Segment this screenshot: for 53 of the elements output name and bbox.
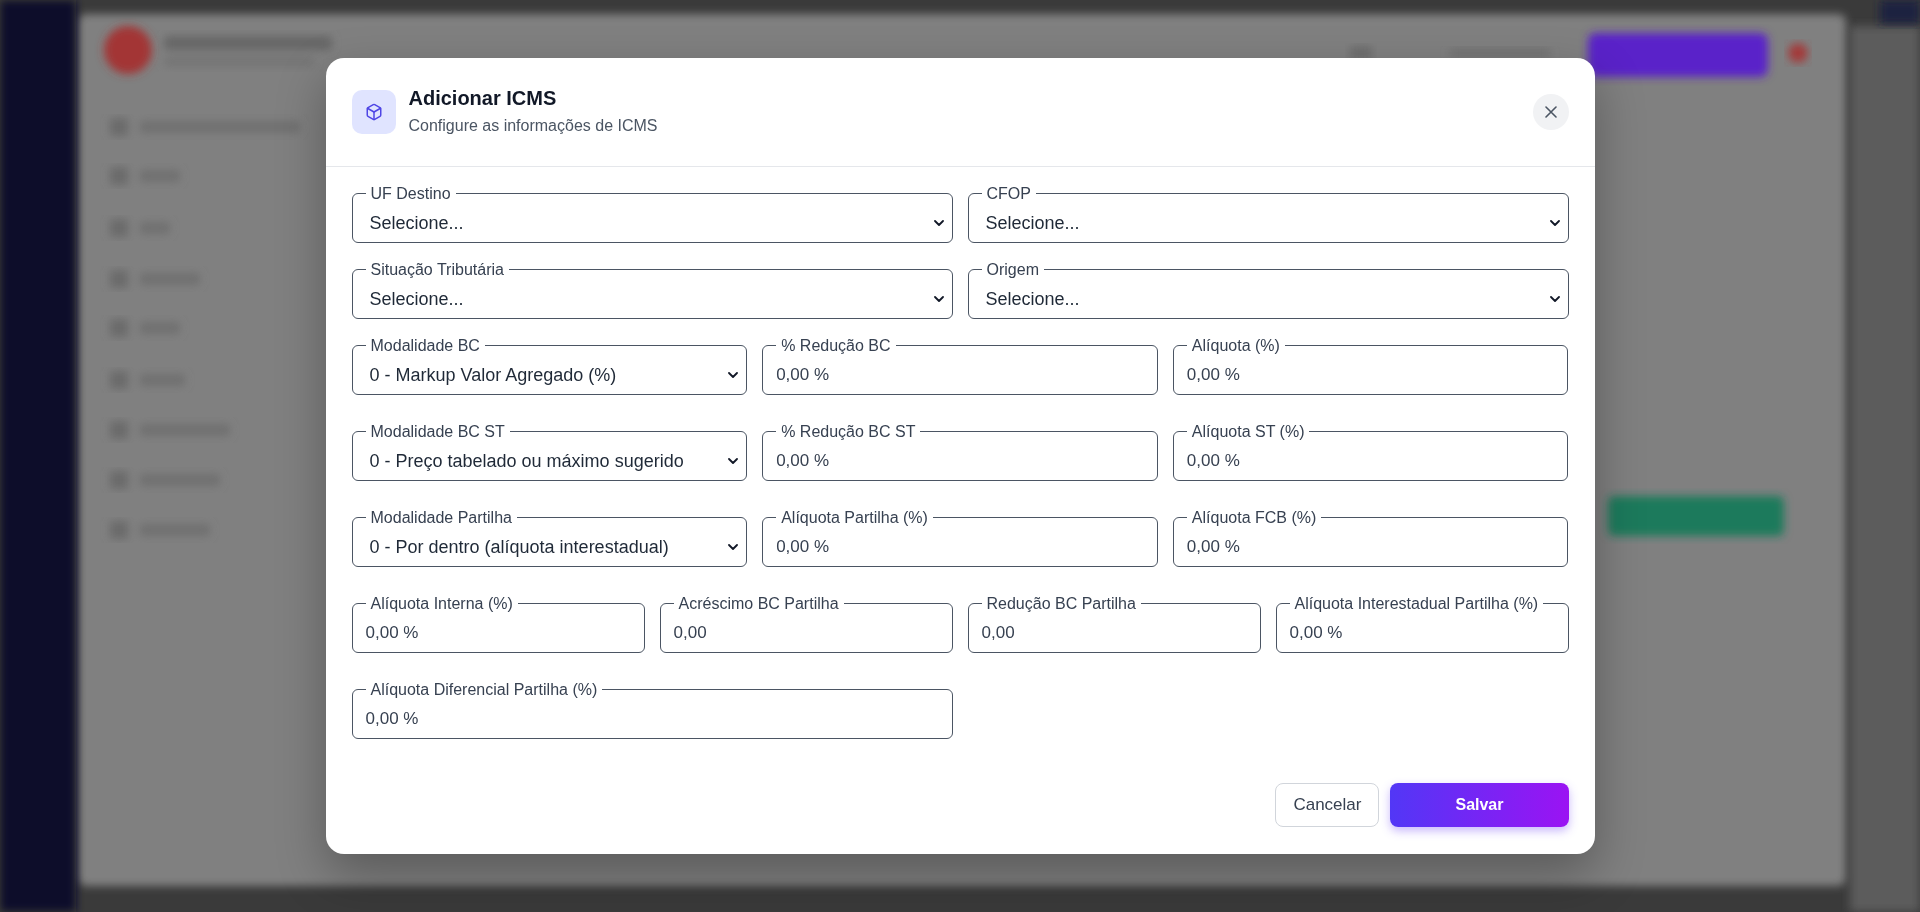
input-field[interactable]: Alíquota Interestadual Partilha (%) 0,00 %: [1275, 594, 1569, 653]
chevron-down-icon: [1549, 220, 1560, 226]
chevron-down-icon: [728, 458, 739, 464]
close-button[interactable]: [1532, 94, 1569, 130]
select-field[interactable]: UF Destino Selecione...: [351, 184, 953, 243]
field-label: % Redução BC: [780, 336, 892, 355]
input-field[interactable]: % Redução BC 0,00 %: [762, 336, 1158, 395]
field-label: Alíquota Interna (%): [369, 594, 514, 613]
field-label: Acréscimo BC Partilha: [677, 594, 840, 613]
logo-icon: [104, 26, 152, 74]
field-label: Redução BC Partilha: [985, 594, 1137, 613]
input-field[interactable]: Alíquota Diferencial Partilha (%) 0,00 %: [351, 680, 953, 739]
select-field[interactable]: Modalidade Partilha 0 - Por dentro (alíquota interestadual): [351, 508, 748, 567]
input-field[interactable]: Alíquota FCB (%) 0,00 %: [1172, 508, 1569, 567]
input-field[interactable]: Redução BC Partilha 0,00: [967, 594, 1261, 653]
input-field[interactable]: Alíquota (%) 0,00 %: [1172, 336, 1569, 395]
close-icon: [1544, 106, 1557, 118]
chevron-down-icon: [728, 372, 739, 378]
chevron-down-icon: [1549, 296, 1560, 302]
select-field[interactable]: Modalidade BC ST 0 - Preço tabelado ou máximo sugerido: [351, 422, 748, 481]
dialog-title: Adicionar ICMS: [408, 87, 557, 110]
panel-corner: [1880, 0, 1920, 24]
field-label: Alíquota Partilha (%): [780, 508, 929, 527]
field-label: UF Destino: [369, 184, 452, 203]
field-label: % Redução BC ST: [780, 422, 917, 441]
blurred-icon: [1788, 43, 1808, 63]
dialog-subtitle: Configure as informações de ICMS: [408, 116, 658, 135]
input-field[interactable]: Alíquota Partilha (%) 0,00 %: [762, 508, 1158, 567]
chevron-down-icon: [933, 220, 944, 226]
select-field[interactable]: CFOP Selecione...: [967, 184, 1569, 243]
cancel-button[interactable]: Cancelar: [1275, 783, 1380, 827]
field-label: Alíquota ST (%): [1190, 422, 1306, 441]
input-field[interactable]: Acréscimo BC Partilha 0,00: [659, 594, 953, 653]
field-label: Modalidade BC ST: [369, 422, 506, 441]
field-label: Alíquota FCB (%): [1190, 508, 1318, 527]
field-label: Modalidade BC: [369, 336, 481, 355]
field-label: Alíquota (%): [1190, 336, 1281, 355]
field-label: Situação Tributária: [369, 260, 505, 279]
input-field[interactable]: Alíquota ST (%) 0,00 %: [1172, 422, 1569, 481]
select-field[interactable]: Situação Tributária Selecione...: [351, 260, 953, 319]
field-label: CFOP: [985, 184, 1032, 203]
field-label: Modalidade Partilha: [369, 508, 513, 527]
chevron-down-icon: [933, 296, 944, 302]
cube-icon: [351, 90, 396, 134]
field-label: Origem: [985, 260, 1040, 279]
select-field[interactable]: Origem Selecione...: [967, 260, 1569, 319]
field-label: Alíquota Interestadual Partilha (%): [1293, 594, 1540, 613]
select-field[interactable]: Modalidade BC 0 - Markup Valor Agregado (%): [351, 336, 748, 395]
save-button[interactable]: Salvar: [1390, 783, 1569, 827]
field-label: Alíquota Diferencial Partilha (%): [369, 680, 599, 699]
input-field[interactable]: Alíquota Interna (%) 0,00 %: [351, 594, 645, 653]
chevron-down-icon: [728, 544, 739, 550]
input-field[interactable]: % Redução BC ST 0,00 %: [762, 422, 1158, 481]
